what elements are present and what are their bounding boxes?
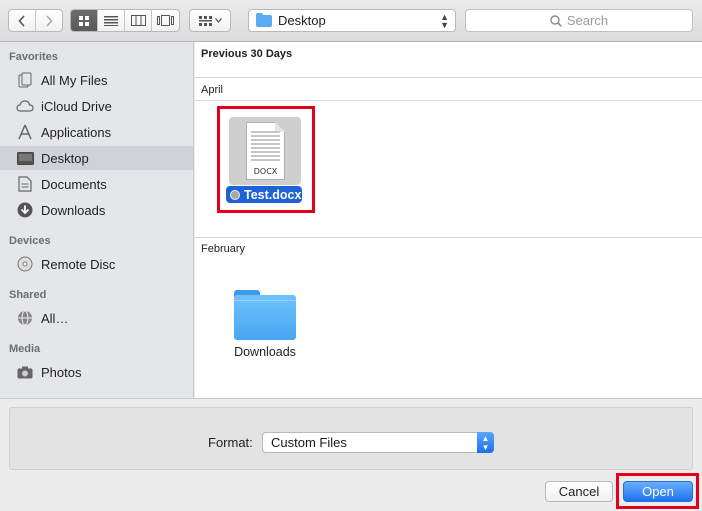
folder-icon	[256, 12, 272, 27]
search-field[interactable]: Search	[465, 9, 693, 32]
tag-dot-icon	[230, 189, 240, 200]
divider	[195, 77, 702, 78]
sidebar-item-label: Downloads	[41, 202, 106, 218]
cloud-icon	[16, 97, 34, 115]
divider	[195, 237, 702, 238]
docx-file-icon: DOCX	[229, 117, 301, 185]
icon-view-icon	[79, 15, 89, 26]
toolbar: Desktop ▲ ▼ Search	[0, 0, 702, 42]
sidebar-item-label: Documents	[41, 176, 107, 192]
arrange-grid-icon	[198, 15, 212, 26]
sidebar-item-label: All…	[41, 310, 69, 326]
location-label: Desktop	[278, 13, 326, 28]
divider	[195, 100, 702, 101]
sidebar-item-label: Desktop	[41, 150, 89, 166]
chevron-down-icon	[214, 18, 222, 23]
group-title-february: February	[201, 243, 246, 255]
sidebar-section-media: Media	[9, 343, 41, 355]
file-name-label: Test.docx	[226, 186, 302, 203]
applications-icon	[16, 123, 34, 141]
sidebar-item-label: iCloud Drive	[41, 98, 112, 114]
bottom-divider	[0, 398, 702, 399]
camera-icon	[16, 363, 34, 381]
sidebar-item-label: Photos	[41, 364, 82, 380]
network-icon	[16, 309, 34, 327]
sidebar-section-favorites: Favorites	[9, 51, 58, 63]
folder-icon	[234, 290, 296, 340]
sidebar-item-icloud-drive[interactable]: iCloud Drive	[0, 94, 193, 118]
sidebar-item-label: Remote Disc	[41, 256, 116, 272]
sidebar-item-label: All My Files	[41, 72, 108, 88]
navigation-buttons	[8, 9, 63, 32]
group-title-april: April	[201, 84, 224, 96]
sidebar-item-documents[interactable]: Documents	[0, 172, 193, 196]
list-view-button[interactable]	[98, 10, 125, 31]
chevron-left-icon	[18, 14, 25, 27]
format-select[interactable]: Custom Files ▲ ▼	[262, 432, 494, 453]
up-down-arrows-icon: ▲ ▼	[440, 12, 449, 30]
column-view-icon	[130, 15, 146, 26]
sidebar-item-downloads[interactable]: Downloads	[0, 198, 193, 222]
format-value: Custom Files	[271, 435, 347, 450]
sidebar-section-devices: Devices	[9, 235, 51, 247]
coverflow-view-button[interactable]	[152, 10, 179, 31]
disc-icon	[16, 255, 34, 273]
download-icon	[16, 201, 34, 219]
documents-icon	[16, 175, 34, 193]
icon-view-button[interactable]	[71, 10, 98, 31]
sidebar-item-desktop[interactable]: Desktop	[0, 146, 193, 170]
all-files-icon	[16, 71, 34, 89]
column-view-button[interactable]	[125, 10, 152, 31]
arrange-button[interactable]	[189, 9, 231, 32]
sidebar: Favorites All My Files iCloud Drive Appl…	[0, 42, 194, 398]
open-button[interactable]: Open	[623, 481, 693, 502]
desktop-icon	[16, 149, 34, 167]
sidebar-item-photos[interactable]: Photos	[0, 360, 193, 384]
sidebar-item-remote-disc[interactable]: Remote Disc	[0, 252, 193, 276]
sidebar-item-applications[interactable]: Applications	[0, 120, 193, 144]
list-view-icon	[104, 15, 118, 26]
folder-name-label: Downloads	[234, 345, 296, 359]
coverflow-view-icon	[156, 15, 174, 26]
arrange-control[interactable]	[190, 10, 230, 31]
chevron-right-icon	[46, 14, 53, 27]
sidebar-item-label: Applications	[41, 124, 112, 140]
view-mode-buttons	[70, 9, 180, 32]
search-placeholder: Search	[566, 13, 609, 28]
back-button[interactable]	[9, 10, 36, 31]
sidebar-item-all-my-files[interactable]: All My Files	[0, 68, 193, 92]
format-label: Format:	[208, 435, 253, 450]
up-down-arrows-icon: ▲ ▼	[477, 432, 494, 453]
cancel-button[interactable]: Cancel	[545, 481, 613, 502]
location-popup[interactable]: Desktop ▲ ▼	[248, 9, 456, 32]
forward-button[interactable]	[36, 10, 62, 31]
search-icon	[550, 14, 562, 27]
file-type-label: DOCX	[253, 167, 278, 176]
section-header: Previous 30 Days	[201, 48, 293, 60]
document-page: DOCX	[246, 122, 285, 180]
sidebar-item-all-shared[interactable]: All…	[0, 306, 193, 330]
sidebar-section-shared: Shared	[9, 289, 47, 301]
